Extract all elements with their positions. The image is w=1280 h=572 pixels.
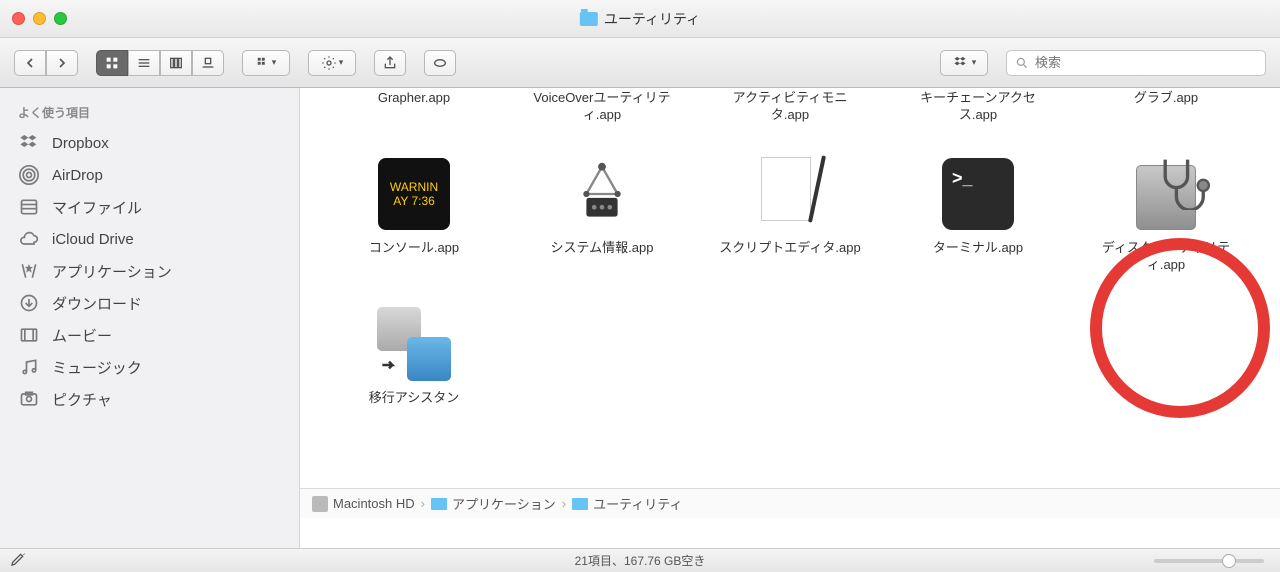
search-icon <box>1015 56 1029 70</box>
sidebar-favorites-header: よく使う項目 <box>0 98 299 127</box>
app-item[interactable]: キーチェーンアクセス.app <box>894 90 1062 124</box>
app-label: ターミナル.app <box>933 240 1023 257</box>
disk-utility-icon <box>1126 154 1206 234</box>
sidebar-item-icloud[interactable]: iCloud Drive <box>0 223 299 255</box>
sidebar-item-airdrop[interactable]: AirDrop <box>0 159 299 191</box>
app-item-script-editor[interactable]: スクリプトエディタ.app <box>706 154 874 274</box>
minimize-window-button[interactable] <box>33 12 46 25</box>
app-label: システム情報.app <box>551 240 654 257</box>
app-label: キーチェーンアクセス.app <box>903 90 1053 124</box>
migration-assistant-icon <box>374 304 454 384</box>
icloud-icon <box>18 228 40 250</box>
path-bar: Macintosh HD › アプリケーション › ユーティリティ <box>300 488 1280 518</box>
arrange-button[interactable]: ▾ <box>242 50 290 76</box>
app-label: 移行アシスタン <box>369 390 459 407</box>
share-button[interactable] <box>374 50 406 76</box>
titlebar: ユーティリティ <box>0 0 1280 38</box>
window-controls <box>12 12 67 25</box>
sidebar-item-music[interactable]: ミュージック <box>0 351 299 383</box>
console-icon: WARNINAY 7:36 <box>374 154 454 234</box>
zoom-window-button[interactable] <box>54 12 67 25</box>
sidebar-item-downloads[interactable]: ダウンロード <box>0 287 299 319</box>
music-icon <box>18 356 40 378</box>
app-item-terminal[interactable]: >_ ターミナル.app <box>894 154 1062 274</box>
hd-icon <box>312 496 328 512</box>
status-bar: 21項目、167.76 GB空き <box>0 548 1280 572</box>
app-item-console[interactable]: WARNINAY 7:36 コンソール.app <box>330 154 498 274</box>
close-window-button[interactable] <box>12 12 25 25</box>
action-button[interactable]: ▾ <box>308 50 356 76</box>
folder-icon <box>580 12 598 26</box>
sidebar-item-pictures[interactable]: ピクチャ <box>0 383 299 415</box>
view-list-button[interactable] <box>128 50 160 76</box>
nav-buttons <box>14 50 78 76</box>
app-item[interactable]: Grapher.app <box>330 90 498 124</box>
icon-size-slider[interactable] <box>1154 559 1264 563</box>
app-label: ディスクユーティリティ.app <box>1091 240 1241 274</box>
app-item-system-info[interactable]: システム情報.app <box>518 154 686 274</box>
system-info-icon <box>562 154 642 234</box>
app-item-disk-utility[interactable]: ディスクユーティリティ.app <box>1082 154 1250 274</box>
app-label: Grapher.app <box>378 90 450 107</box>
pictures-icon <box>18 388 40 410</box>
app-label: スクリプトエディタ.app <box>719 240 860 257</box>
sidebar-item-label: iCloud Drive <box>52 231 134 248</box>
forward-button[interactable] <box>46 50 78 76</box>
toolbar: ▾ ▾ ▾ <box>0 38 1280 88</box>
path-crumb[interactable]: Macintosh HD <box>312 496 415 512</box>
path-separator: › <box>421 496 425 511</box>
sidebar-item-label: アプリケーション <box>52 261 172 282</box>
search-input[interactable] <box>1035 55 1257 70</box>
path-crumb[interactable]: ユーティリティ <box>572 494 682 513</box>
action-group: ▾ <box>308 50 356 76</box>
path-crumb[interactable]: アプリケーション <box>431 494 556 513</box>
view-coverflow-button[interactable] <box>192 50 224 76</box>
sidebar-item-dropbox[interactable]: Dropbox <box>0 127 299 159</box>
tags-button[interactable] <box>424 50 456 76</box>
app-item[interactable]: アクティビティモニタ.app <box>706 90 874 124</box>
dropbox-icon <box>18 132 40 154</box>
sidebar-item-label: ピクチャ <box>52 389 112 410</box>
sidebar-item-label: ダウンロード <box>52 293 142 314</box>
folder-icon <box>572 498 588 510</box>
edit-icon[interactable] <box>10 551 26 570</box>
app-label: アクティビティモニタ.app <box>715 90 865 124</box>
window-title-text: ユーティリティ <box>604 9 700 29</box>
app-label: VoiceOverユーティリティ.app <box>527 90 677 124</box>
search-field[interactable] <box>1006 50 1266 76</box>
terminal-icon: >_ <box>938 154 1018 234</box>
arrange-group: ▾ <box>242 50 290 76</box>
view-buttons <box>96 50 224 76</box>
myfiles-icon <box>18 196 40 218</box>
view-column-button[interactable] <box>160 50 192 76</box>
sidebar-item-label: ムービー <box>52 325 112 346</box>
sidebar-item-movies[interactable]: ムービー <box>0 319 299 351</box>
app-item[interactable]: グラブ.app <box>1082 90 1250 124</box>
content-area: Grapher.app VoiceOverユーティリティ.app アクティビティ… <box>300 88 1280 548</box>
sidebar-item-myfiles[interactable]: マイファイル <box>0 191 299 223</box>
app-label: グラブ.app <box>1134 90 1198 107</box>
app-item-migration-assistant[interactable]: 移行アシスタン <box>330 304 498 407</box>
sidebar-item-label: AirDrop <box>52 167 103 184</box>
sidebar: よく使う項目 Dropbox AirDrop マイファイル iCloud Dri… <box>0 88 300 548</box>
back-button[interactable] <box>14 50 46 76</box>
app-item[interactable]: VoiceOverユーティリティ.app <box>518 90 686 124</box>
status-text: 21項目、167.76 GB空き <box>575 552 706 569</box>
dropbox-toolbar-button[interactable]: ▾ <box>940 50 988 76</box>
folder-icon <box>431 498 447 510</box>
view-icon-button[interactable] <box>96 50 128 76</box>
app-label: コンソール.app <box>369 240 459 257</box>
sidebar-item-label: ミュージック <box>52 357 142 378</box>
sidebar-item-label: マイファイル <box>52 197 142 218</box>
window-title: ユーティリティ <box>580 9 700 29</box>
movies-icon <box>18 324 40 346</box>
script-editor-icon <box>750 154 830 234</box>
downloads-icon <box>18 292 40 314</box>
path-separator: › <box>562 496 566 511</box>
sidebar-item-applications[interactable]: アプリケーション <box>0 255 299 287</box>
sidebar-item-label: Dropbox <box>52 135 109 152</box>
airdrop-icon <box>18 164 40 186</box>
applications-icon <box>18 260 40 282</box>
